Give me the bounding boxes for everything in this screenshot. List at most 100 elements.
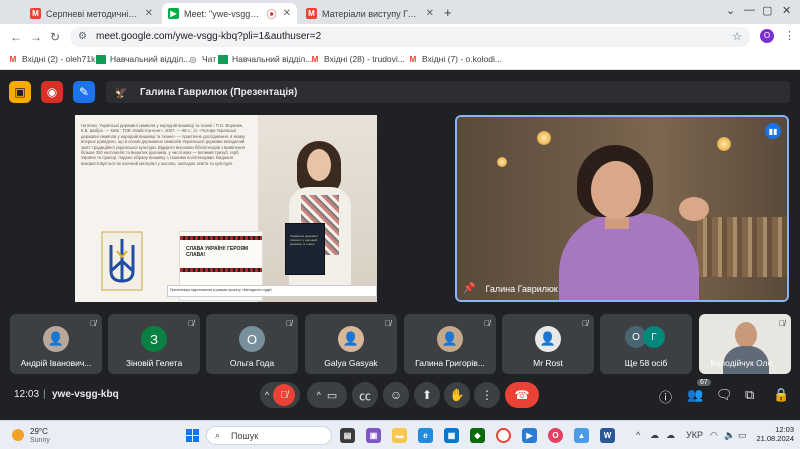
tab-search-icon[interactable]: ⌄ xyxy=(726,4,735,17)
maximize-button[interactable]: ▢ xyxy=(762,4,772,17)
camera-control[interactable]: ^ ▭ xyxy=(307,382,347,408)
minimize-button[interactable]: — xyxy=(744,4,755,16)
chat-icon: ◎ xyxy=(189,54,197,64)
host-controls-icon[interactable]: 🔒 xyxy=(773,387,789,403)
captions-button[interactable]: ㏄ xyxy=(352,382,378,408)
whiteboard-icon[interactable]: ✎ xyxy=(73,81,95,103)
bookmark-item[interactable]: Навчальний відділ... xyxy=(96,54,190,64)
participant-name: Ще 58 осіб xyxy=(624,358,668,368)
participant-tile-video[interactable]: 🎙̸ Колодійчук Оле... xyxy=(699,314,791,374)
back-arrow-icon[interactable]: ← xyxy=(10,30,22,44)
opera-icon[interactable]: O xyxy=(548,428,563,443)
participant-tile[interactable]: 🎙̸ О Ольга Года xyxy=(206,314,298,374)
leave-call-button[interactable]: ☎ xyxy=(505,382,539,408)
app-icon[interactable]: ◆ xyxy=(470,428,485,443)
cloud-icon[interactable]: ☁ xyxy=(650,430,659,441)
battery-icon[interactable]: ▭ xyxy=(738,430,747,441)
bookmark-star-icon[interactable]: ☆ xyxy=(732,30,742,43)
chevron-up-icon[interactable]: ^ xyxy=(317,390,321,400)
edge-icon[interactable]: e xyxy=(418,428,433,443)
bookmark-item[interactable]: ◎ Чат xyxy=(188,54,217,64)
site-info-icon[interactable]: ⚙ xyxy=(78,31,87,42)
chrome-icon[interactable] xyxy=(496,428,511,443)
bookmark-item[interactable]: M Вхідні (2) - oleh71k... xyxy=(8,54,103,64)
presenter-avatar-icon: 🦅 xyxy=(114,86,128,99)
participant-photo: 👤 xyxy=(535,326,561,352)
bookmark-item[interactable]: M Вхідні (7) - o.kolodi... xyxy=(408,54,502,64)
more-options-button[interactable]: ⋮ xyxy=(474,382,500,408)
url-field[interactable]: ⚙ meet.google.com/ywe-vsgg-kbq?pli=1&aut… xyxy=(70,27,750,47)
volume-icon[interactable]: 🔈 xyxy=(724,430,735,441)
audio-level-icon: ▮▮ xyxy=(765,123,781,139)
close-tab-icon[interactable]: ✕ xyxy=(426,8,434,19)
chevron-up-icon[interactable]: ^ xyxy=(636,430,640,440)
gmail-favicon-icon: M xyxy=(30,8,41,19)
speaker-name: Галина Гаврилюк xyxy=(485,283,558,294)
browser-menu-icon[interactable]: ⋮ xyxy=(784,29,795,42)
word-icon[interactable]: W xyxy=(600,428,615,443)
participant-tile[interactable]: 🎙̸ 👤 Галина Григорів... xyxy=(404,314,496,374)
photos-icon[interactable]: ▲ xyxy=(574,428,589,443)
towel-band xyxy=(180,268,262,272)
store-icon[interactable]: ▦ xyxy=(444,428,459,443)
participant-tile-more[interactable]: О Г Ще 58 осіб xyxy=(600,314,692,374)
participant-tile[interactable]: 🎙̸ З Зіновій Гелета xyxy=(108,314,200,374)
new-tab-button[interactable]: + xyxy=(444,5,452,20)
close-window-button[interactable]: ✕ xyxy=(782,4,791,17)
present-button[interactable]: ⬆ xyxy=(414,382,440,408)
mic-off-button[interactable]: 🎙̸ xyxy=(273,384,296,406)
tab-studios[interactable]: M Серпневі методичні студії - 20 ✕ xyxy=(24,3,159,24)
chat-icon[interactable]: 🗨 xyxy=(716,387,733,403)
tab-meet[interactable]: ▶ Meet: "ywe-vsgg-kbq" ⦿ ✕ xyxy=(162,3,297,24)
language-indicator[interactable]: УКР xyxy=(686,430,703,440)
reload-icon[interactable]: ↻ xyxy=(50,30,60,44)
taskbar-search[interactable]: ⌕ Пошук xyxy=(206,426,332,445)
forward-arrow-icon[interactable]: → xyxy=(30,30,42,44)
camera-icon[interactable]: ▭ xyxy=(327,389,337,402)
close-tab-icon[interactable]: ✕ xyxy=(283,8,291,19)
wifi-icon[interactable]: ◠ xyxy=(710,430,718,441)
bookmark-item[interactable]: M Вхідні (28) - trudovi... xyxy=(310,54,405,64)
tab-materials[interactable]: M Матеріали виступу Гаврилюк ✕ xyxy=(300,3,440,24)
tab-label: Meet: "ywe-vsgg-kbq" xyxy=(184,8,261,19)
clock-time: 12:03 xyxy=(775,425,794,434)
bookmark-label: Вхідні (28) - trudovi... xyxy=(324,54,405,64)
participant-name: Ольга Года xyxy=(229,358,275,368)
profile-avatar[interactable]: O xyxy=(760,29,774,43)
file-explorer-icon[interactable]: ▬ xyxy=(392,428,407,443)
meeting-code: ywe-vsgg-kbq xyxy=(52,389,119,400)
mic-control[interactable]: ^ 🎙̸ xyxy=(260,382,300,408)
participant-tile[interactable]: 🎙̸ 👤 Galya Gasyak xyxy=(305,314,397,374)
speaker-tile[interactable]: ▮▮ 📌 Галина Гаврилюк xyxy=(455,115,789,302)
raise-hand-button[interactable]: ✋ xyxy=(444,382,470,408)
url-text: meet.google.com/ywe-vsgg-kbq?pli=1&authu… xyxy=(96,31,322,42)
close-tab-icon[interactable]: ✕ xyxy=(145,8,153,19)
bookmark-item[interactable]: Навчальний відділ... xyxy=(218,54,312,64)
zoom-icon[interactable]: ▶ xyxy=(522,428,537,443)
camera-off-icon[interactable]: ▣ xyxy=(9,81,31,103)
towel-text: СЛАВА УКРАЇНІ! ГЕРОЯМ СЛАВА! xyxy=(186,246,249,258)
onedrive-icon[interactable]: ☁ xyxy=(666,430,675,441)
info-icon[interactable]: ⓘ xyxy=(659,387,672,406)
record-icon[interactable]: ◉ xyxy=(41,81,63,103)
bookmark-label: Навчальний відділ... xyxy=(232,54,313,64)
task-view-icon[interactable]: ▤ xyxy=(340,428,355,443)
windows-start-icon[interactable] xyxy=(186,429,199,442)
participant-tile[interactable]: 🎙̸ 👤 Mr Rost xyxy=(502,314,594,374)
bookmark-label: Навчальний відділ... xyxy=(110,54,191,64)
taskbar-clock[interactable]: 12:03 21.08.2024 xyxy=(752,425,794,443)
search-icon: ⌕ xyxy=(215,430,221,440)
people-icon[interactable]: 👥 xyxy=(687,387,703,403)
chevron-up-icon[interactable]: ^ xyxy=(265,390,269,400)
mic-off-icon: 🎙̸ xyxy=(188,319,194,328)
teams-icon[interactable]: ▣ xyxy=(366,428,381,443)
participant-tile[interactable]: 🎙̸ 👤 Андрій Іванович... xyxy=(10,314,102,374)
sheets-icon xyxy=(218,54,228,64)
lamp-light xyxy=(717,137,731,151)
emoji-button[interactable]: ☺ xyxy=(383,382,409,408)
pin-icon[interactable]: 📌 xyxy=(463,283,475,294)
participant-face xyxy=(735,322,757,348)
bookmark-label: Чат xyxy=(202,54,217,64)
activities-icon[interactable]: ⧉ xyxy=(745,387,754,403)
towel-band xyxy=(180,236,262,240)
